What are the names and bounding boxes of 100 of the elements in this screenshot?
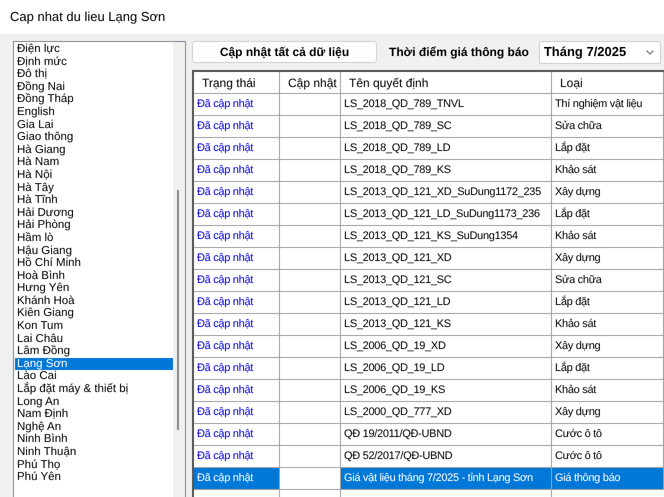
list-item[interactable]: Hồ Chí Minh — [15, 257, 173, 270]
table-cell: QĐ 19/2011/QĐ-UBND — [341, 424, 552, 446]
list-item[interactable]: Đồng Tháp — [15, 93, 173, 106]
table-cell: LS_2018_QD_789_TNVL — [341, 94, 552, 116]
status-cell: Đã cập nhật — [194, 226, 280, 248]
table-cell — [280, 314, 341, 336]
status-cell: Đã cập nhật — [194, 314, 280, 336]
list-item[interactable]: Hà Nam — [15, 156, 173, 169]
list-item[interactable]: Long An — [15, 396, 173, 408]
list-item[interactable]: Ninh Bình — [15, 433, 173, 446]
status-cell: Đã cập nhật — [194, 292, 280, 314]
status-cell: Đã cập nhật — [194, 204, 280, 226]
status-cell: Đã cập nhật — [194, 94, 280, 116]
price-time-label: Thời điểm giá thông báo — [389, 44, 529, 61]
status-cell: Đã cập nhật — [194, 380, 280, 402]
table-cell — [280, 424, 341, 446]
list-item[interactable]: Hà Giang — [15, 144, 173, 156]
table-cell: Cước ô tô — [552, 424, 664, 446]
column-header[interactable]: Tên quyết định — [341, 72, 552, 94]
list-item[interactable]: Khánh Hoà — [15, 294, 173, 308]
list-item[interactable]: Nghệ An — [15, 420, 173, 434]
list-item[interactable]: Đô thị — [15, 68, 173, 81]
table-cell — [280, 226, 341, 248]
list-item[interactable]: Hưng Yên — [15, 282, 173, 295]
table-cell — [280, 402, 341, 424]
list-item[interactable]: Giao thông — [15, 131, 173, 144]
list-item[interactable]: Hà Tĩnh — [15, 194, 173, 207]
table-cell: Khảo sát — [552, 160, 664, 182]
table-cell: Giá vật liệu tháng 7/2025 - tỉnh Lạng Sơn — [341, 468, 552, 490]
status-cell: Đã cập nhật — [194, 182, 280, 204]
table-cell — [280, 336, 341, 358]
province-list[interactable] — [13, 41, 186, 497]
scrollbar[interactable] — [173, 42, 185, 497]
table-cell: LS_2013_QD_121_KS_SuDung1354 — [341, 226, 552, 248]
list-item[interactable]: Nam Định — [15, 408, 173, 421]
table-cell: LS_2006_QD_19_KS — [341, 380, 552, 402]
list-item[interactable]: English — [15, 106, 173, 119]
table-cell — [280, 94, 341, 116]
status-cell: Đã cập nhật — [194, 358, 280, 380]
list-item[interactable]: Đồng Nai — [15, 80, 173, 94]
table-cell — [280, 446, 341, 468]
table-cell: Khảo sát — [552, 314, 664, 336]
status-cell: Đã cập nhật — [194, 336, 280, 358]
table-cell: LS_2018_QD_789_LD — [341, 138, 552, 160]
table-cell: Sửa chữa — [552, 116, 664, 138]
status-cell: Đã cập nhật — [194, 468, 280, 490]
table-cell: Khảo sát — [552, 226, 664, 248]
table-cell — [280, 358, 341, 380]
scrollbar-thumb[interactable] — [177, 190, 179, 430]
list-item[interactable]: Lâm Đồng — [15, 345, 173, 358]
table-cell: LS_2000_QD_777_XD — [341, 402, 552, 424]
list-item[interactable]: Định mức — [15, 56, 173, 68]
list-item[interactable]: Hà Nội — [15, 168, 173, 182]
list-item[interactable]: Kiên Giang — [15, 307, 173, 320]
status-cell: Đã cập nhật — [194, 402, 280, 424]
window-title: Cap nhat du lieu Lạng Sơn — [10, 8, 166, 26]
table-cell: Lắp đặt — [552, 292, 664, 314]
month-dropdown[interactable]: Tháng 7/2025 — [538, 40, 661, 64]
list-item[interactable]: Lào Cai — [15, 370, 173, 384]
update-all-button[interactable]: Cập nhật tất cả dữ liệu — [192, 41, 377, 63]
table-cell: Lắp đặt — [552, 138, 664, 160]
status-cell: Đã cập nhật — [194, 424, 280, 446]
list-item[interactable]: Lạng Sơn — [15, 358, 173, 370]
table-cell: Giá thông báo — [552, 468, 664, 490]
column-header[interactable]: Trạng thái — [194, 72, 280, 94]
table-cell: LS_2013_QD_121_LD_SuDung1173_236 — [341, 204, 552, 226]
table-cell: LS_2013_QD_121_KS — [341, 314, 552, 336]
list-item[interactable]: Phú Yên — [15, 471, 173, 484]
list-item[interactable]: Phú Thọ — [15, 458, 173, 472]
list-item[interactable]: Hầm lò — [15, 232, 173, 244]
column-header[interactable]: Loại — [552, 72, 664, 94]
list-item[interactable]: Hải Dương — [15, 206, 173, 220]
list-item[interactable]: Hậu Giang — [15, 244, 173, 258]
list-item[interactable]: Hà Tây — [15, 182, 173, 194]
table-cell: LS_2013_QD_121_SC — [341, 270, 552, 292]
list-item[interactable]: Lắp đặt máy & thiết bị — [15, 383, 173, 396]
table-cell — [280, 292, 341, 314]
status-cell: Đã cập nhật — [194, 270, 280, 292]
table-cell: Sửa chữa — [552, 270, 664, 292]
table-cell — [280, 270, 341, 292]
list-item[interactable]: Điện lực — [15, 43, 173, 56]
table-cell: Thí nghiệm vật liệu — [552, 94, 664, 116]
table-cell: LS_2006_QD_19_XD — [341, 336, 552, 358]
list-item[interactable]: Gia Lai — [15, 118, 173, 132]
list-item[interactable]: Hải Phòng — [15, 219, 173, 232]
status-cell: Đã cập nhật — [194, 160, 280, 182]
table-cell: LS_2013_QD_121_LD — [341, 292, 552, 314]
table-cell: Xây dựng — [552, 248, 664, 270]
table-cell: LS_2018_QD_789_KS — [341, 160, 552, 182]
list-item[interactable]: Hoà Bình — [15, 270, 173, 282]
list-item[interactable]: Lai Châu — [15, 332, 173, 346]
column-header[interactable]: Cập nhật — [280, 72, 341, 94]
table-cell — [280, 380, 341, 402]
list-item[interactable]: Kon Tum — [15, 320, 173, 333]
list-item[interactable]: Ninh Thuận — [15, 446, 173, 459]
table-cell — [280, 182, 341, 204]
table-cell: LS_2013_QD_121_XD — [341, 248, 552, 270]
table-cell — [280, 138, 341, 160]
table-cell: LS_2006_QD_19_LD — [341, 358, 552, 380]
table-cell: Xây dựng — [552, 336, 664, 358]
